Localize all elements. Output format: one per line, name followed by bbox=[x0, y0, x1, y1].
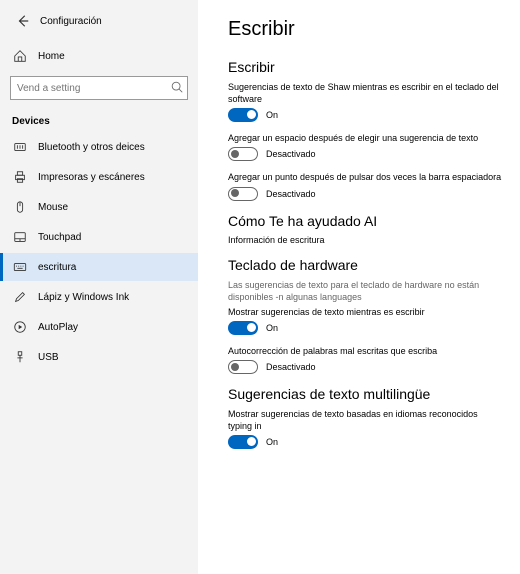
page-title: Escribir bbox=[228, 18, 502, 41]
toggle-period-double-space[interactable] bbox=[228, 187, 258, 201]
setting-text-suggestions: Sugerencias de texto de Shaw mientras es… bbox=[228, 81, 502, 122]
search-box bbox=[10, 76, 188, 100]
arrow-left-icon bbox=[16, 14, 30, 28]
setting-label: Mostrar sugerencias de texto mientras es… bbox=[228, 306, 502, 318]
sidebar-item-label: Lápiz y Windows Ink bbox=[38, 292, 129, 303]
touchpad-icon bbox=[12, 229, 28, 245]
sidebar-home[interactable]: Home bbox=[0, 42, 198, 70]
header-title: Configuración bbox=[40, 16, 102, 27]
toggle-multi-suggestions[interactable] bbox=[228, 435, 258, 449]
home-icon bbox=[12, 48, 28, 64]
sidebar-item-printers[interactable]: Impresoras y escáneres bbox=[0, 163, 198, 191]
hardware-note: Las sugerencias de texto para el teclado… bbox=[228, 279, 502, 303]
toggle-state: On bbox=[266, 110, 278, 120]
window-header: Configuración bbox=[0, 8, 198, 42]
sidebar-item-bluetooth[interactable]: Bluetooth y otros deices bbox=[0, 133, 198, 161]
setting-period-double-space: Agregar un punto después de pulsar dos v… bbox=[228, 171, 502, 200]
sidebar-home-label: Home bbox=[38, 51, 65, 62]
sidebar-item-usb[interactable]: USB bbox=[0, 343, 198, 371]
toggle-space-after[interactable] bbox=[228, 147, 258, 161]
toggle-state: Desactivado bbox=[266, 189, 316, 199]
toggle-text-suggestions[interactable] bbox=[228, 108, 258, 122]
section-heading-ai: Cómo Te ha ayudado AI bbox=[228, 213, 502, 229]
section-heading-hardware: Teclado de hardware bbox=[228, 257, 502, 273]
setting-label: Mostrar sugerencias de texto basadas en … bbox=[228, 408, 502, 432]
sidebar-item-autoplay[interactable]: AutoPlay bbox=[0, 313, 198, 341]
sidebar-item-label: Bluetooth y otros deices bbox=[38, 142, 145, 153]
bluetooth-icon bbox=[12, 139, 28, 155]
setting-label: Agregar un espacio después de elegir una… bbox=[228, 132, 502, 144]
main-content: Escribir Escribir Sugerencias de texto d… bbox=[198, 0, 520, 574]
setting-autocorrect: Autocorrección de palabras mal escritas … bbox=[228, 345, 502, 374]
sidebar-item-label: Impresoras y escáneres bbox=[38, 172, 145, 183]
toggle-state: Desactivado bbox=[266, 149, 316, 159]
sidebar-nav: Bluetooth y otros deices Impresoras y es… bbox=[0, 133, 198, 371]
search-icon bbox=[170, 80, 184, 94]
sidebar-item-label: Touchpad bbox=[38, 232, 81, 243]
sidebar-item-label: Mouse bbox=[38, 202, 68, 213]
setting-multi-suggestions: Mostrar sugerencias de texto basadas en … bbox=[228, 408, 502, 449]
toggle-state: Desactivado bbox=[266, 362, 316, 372]
autoplay-icon bbox=[12, 319, 28, 335]
setting-space-after: Agregar un espacio después de elegir una… bbox=[228, 132, 502, 161]
toggle-autocorrect[interactable] bbox=[228, 360, 258, 374]
search-input[interactable] bbox=[10, 76, 188, 100]
setting-label: Agregar un punto después de pulsar dos v… bbox=[228, 171, 502, 183]
sidebar-item-pen[interactable]: Lápiz y Windows Ink bbox=[0, 283, 198, 311]
setting-hw-suggestions: Mostrar sugerencias de texto mientras es… bbox=[228, 306, 502, 335]
section-heading-multilingual: Sugerencias de texto multilingüe bbox=[228, 386, 502, 402]
sidebar-item-label: USB bbox=[38, 352, 59, 363]
keyboard-icon bbox=[12, 259, 28, 275]
typing-info-link[interactable]: Información de escritura bbox=[228, 235, 502, 245]
sidebar: Configuración Home Devices Bluetooth y o… bbox=[0, 0, 198, 574]
sidebar-item-typing[interactable]: escritura bbox=[0, 253, 198, 281]
setting-label: Autocorrección de palabras mal escritas … bbox=[228, 345, 502, 357]
toggle-hw-suggestions[interactable] bbox=[228, 321, 258, 335]
usb-icon bbox=[12, 349, 28, 365]
sidebar-item-label: AutoPlay bbox=[38, 322, 78, 333]
sidebar-item-touchpad[interactable]: Touchpad bbox=[0, 223, 198, 251]
printer-icon bbox=[12, 169, 28, 185]
toggle-state: On bbox=[266, 323, 278, 333]
sidebar-item-mouse[interactable]: Mouse bbox=[0, 193, 198, 221]
toggle-state: On bbox=[266, 437, 278, 447]
pen-icon bbox=[12, 289, 28, 305]
sidebar-group-heading: Devices bbox=[0, 106, 198, 133]
section-heading-escribir: Escribir bbox=[228, 59, 502, 75]
sidebar-item-label: escritura bbox=[38, 262, 76, 273]
setting-label: Sugerencias de texto de Shaw mientras es… bbox=[228, 81, 502, 105]
back-button[interactable] bbox=[12, 10, 34, 32]
mouse-icon bbox=[12, 199, 28, 215]
